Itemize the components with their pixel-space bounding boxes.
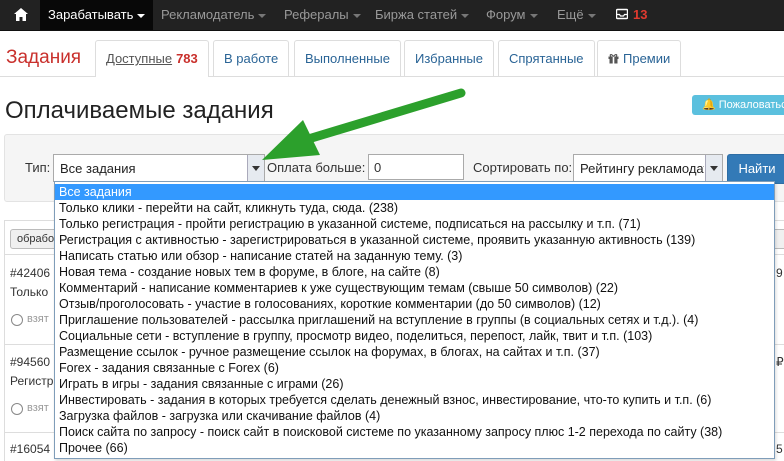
tab-hidden[interactable]: Спрятанные [498,40,595,76]
chevron-down-icon[interactable] [247,155,264,181]
dropdown-option[interactable]: Поиск сайта по запросу - поиск сайт в по… [55,424,774,440]
chevron-down-icon [137,13,146,18]
sort-select[interactable]: Рейтингу рекламодателя [573,154,723,182]
tab-completed[interactable]: Выполненные [294,40,401,76]
task-price: 9 [776,266,783,280]
dropdown-option[interactable]: Загрузка файлов - загрузка или скачивани… [55,408,774,424]
dropdown-option[interactable]: Forex - задания связанные с Forex (6) [55,360,774,376]
nav-earn-label: Зарабатывать [48,7,134,22]
nav-more-label: Ещё [557,7,584,22]
dropdown-option[interactable]: Все задания [55,184,774,200]
task-price: 5 [776,442,783,456]
tab-completed-label: Выполненные [305,51,390,66]
nav-referrals[interactable]: Рефералы [284,0,361,30]
task-title: Регистр [10,374,54,388]
nav-more[interactable]: Ещё [557,0,596,30]
sort-select-value: Рейтингу рекламодателя [580,161,704,176]
dropdown-option[interactable]: Играть в игры - задания связанные с игра… [55,376,774,392]
gift-icon [608,54,619,64]
chevron-down-icon [587,13,596,18]
take-label: взят [27,402,49,414]
dropdown-option[interactable]: Инвестировать - задания в которых требуе… [55,392,774,408]
dropdown-option[interactable]: Приглашение пользователей - рассылка при… [55,312,774,328]
find-button[interactable]: Найти [727,154,784,184]
task-price: ₽ [776,355,784,369]
tab-in-progress[interactable]: В работе [213,40,290,76]
dropdown-option[interactable]: Комментарий - написание комментариев к у… [55,280,774,296]
nav-earn[interactable]: Зарабатывать [40,0,154,30]
top-navbar: Зарабатывать Рекламодатель Рефералы Бирж… [0,0,784,31]
nav-articles[interactable]: Биржа статей [375,0,470,30]
bell-icon: 🔔 [702,99,716,111]
take-label: взят [27,313,49,325]
tab-favorites[interactable]: Избранные [404,40,494,76]
dropdown-option[interactable]: Новая тема - создание новых тем в форуме… [55,264,774,280]
inbox-count-badge[interactable]: 13 [633,0,647,30]
dropdown-option[interactable]: Размещение ссылок - ручное размещение сс… [55,344,774,360]
tab-bonuses-label: Премии [623,51,671,66]
chevron-down-icon [352,13,361,18]
arrow-shaft [300,88,466,145]
complain-label: Пожаловаться [718,99,784,111]
nav-referrals-label: Рефералы [284,7,349,22]
chevron-down-icon [258,13,267,18]
home-icon[interactable] [14,8,28,21]
sort-label: Сортировать по: [473,160,573,175]
task-id[interactable]: #16054 [10,442,50,456]
chevron-down-icon [461,13,470,18]
chevron-down-icon[interactable] [705,155,722,181]
page-title: Оплачиваемые задания [5,97,274,124]
tab-available-label: Доступные [106,51,173,66]
section-brand-title: Задания [6,47,82,68]
pay-label: Оплата больше: [267,160,366,175]
task-title: Только [10,285,49,299]
dropdown-option[interactable]: Только регистрация - пройти регистрацию … [55,216,774,232]
nav-advertiser-label: Рекламодатель [161,7,255,22]
dropdown-option[interactable]: Регистрация с активностью - зарегистриро… [55,232,774,248]
task-id[interactable]: #94560 [10,355,50,369]
type-dropdown-list: Все задания Только клики - перейти на сай… [54,181,775,459]
dropdown-option[interactable]: Написать статью или обзор - написание ст… [55,248,774,264]
inbox-icon[interactable] [616,8,628,20]
complain-button[interactable]: 🔔 Пожаловаться [692,95,784,115]
take-radio[interactable] [11,403,23,415]
type-select-value: Все задания [60,161,136,176]
nav-forum[interactable]: Форум [486,0,538,30]
dropdown-option[interactable]: Прочее (66) [55,440,774,456]
available-count-badge: 783 [176,51,198,66]
tab-favorites-label: Избранные [415,51,483,66]
chevron-down-icon [529,13,538,18]
nav-articles-label: Биржа статей [375,7,458,22]
pay-min-input[interactable] [368,154,464,180]
dropdown-option[interactable]: Социальные сети - вступление в группу, п… [55,328,774,344]
task-id[interactable]: #42406 [10,266,50,280]
type-label: Тип: [25,160,51,175]
type-select[interactable]: Все задания [53,154,265,182]
tab-available[interactable]: Доступные 783 [95,40,209,77]
dropdown-option[interactable]: Только клики - перейти на сайт, кликнуть… [55,200,774,216]
tab-hidden-label: Спрятанные [509,51,584,66]
dropdown-option[interactable]: Отзыв/проголосовать - участие в голосова… [55,296,774,312]
take-radio[interactable] [11,314,23,326]
tab-bonuses[interactable]: Премии [597,40,682,76]
tab-in-progress-label: В работе [224,51,279,66]
nav-forum-label: Форум [486,7,526,22]
nav-advertiser[interactable]: Рекламодатель [161,0,267,30]
